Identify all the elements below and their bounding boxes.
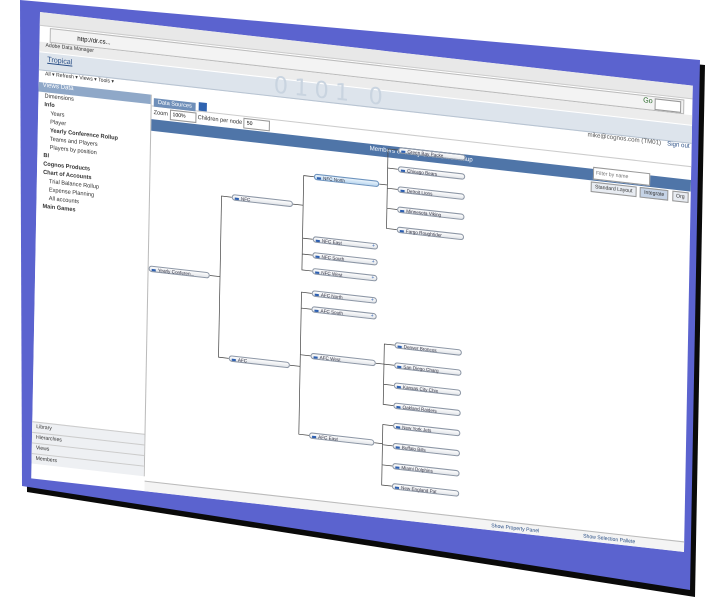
- left-panel: Views Data Dimensions Info Years Player …: [31, 81, 152, 477]
- app-title[interactable]: Tropical: [47, 56, 72, 66]
- dimension-tree: Dimensions Info Years Player Yearly Conf…: [36, 92, 150, 223]
- sign-out-link[interactable]: Sign out: [667, 141, 690, 150]
- app-screen: Go Adobe Data Manager Tropical 0101 0 Al…: [31, 12, 693, 552]
- tree-connectors: [209, 148, 399, 487]
- screenshot-stage: Go Adobe Data Manager Tropical 0101 0 Al…: [0, 0, 709, 599]
- left-bottom-tabs: Library Hierarchies Views Members: [31, 421, 145, 477]
- go-button[interactable]: Go: [643, 97, 653, 105]
